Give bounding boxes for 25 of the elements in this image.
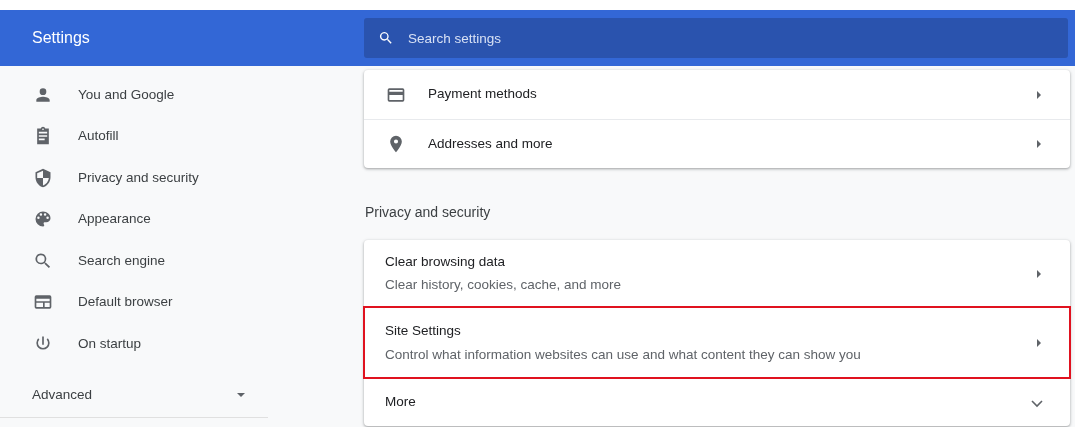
row-title: Site Settings — [385, 322, 462, 341]
sidebar-item[interactable]: On startup — [0, 323, 268, 365]
chevron-right-icon — [1034, 89, 1044, 100]
menu-item[interactable]: Addresses and more — [428, 133, 1034, 155]
shield-icon — [33, 167, 53, 188]
chevron-right-icon — [1034, 139, 1044, 149]
section-heading: Privacy and security — [365, 203, 492, 222]
menu-item[interactable]: Payment methods — [428, 84, 1034, 105]
highlighted-settings-row[interactable]: Site Settings Control what information websites can use and what content they can show you — [364, 307, 1070, 378]
row-description: Clear history, cookies, cache, and more — [385, 276, 623, 294]
search-icon — [378, 30, 394, 46]
app-title: Settings — [31, 28, 91, 48]
settings-row[interactable]: Clear browsing data Clear history, cookies, cache, and more — [364, 240, 1070, 307]
expand-label[interactable]: More — [385, 392, 1030, 413]
sidebar-item[interactable]: Appearance — [0, 198, 268, 240]
chevron-right-icon — [1034, 338, 1044, 348]
row-title: Clear browsing data — [385, 252, 507, 271]
sidebar-item[interactable]: You and Google — [0, 74, 268, 116]
sidebar-item[interactable]: Privacy and security — [0, 157, 268, 199]
sidebar-item[interactable]: Autofill — [0, 115, 268, 157]
chevron-right-icon — [1034, 268, 1044, 279]
sidebar-item[interactable]: Search engine — [0, 240, 268, 282]
sidebar-item[interactable]: Default browser — [0, 281, 268, 323]
advanced-toggle[interactable]: Advanced — [32, 384, 93, 406]
row-description: Control what information websites can use and what content they can show you — [385, 345, 862, 364]
